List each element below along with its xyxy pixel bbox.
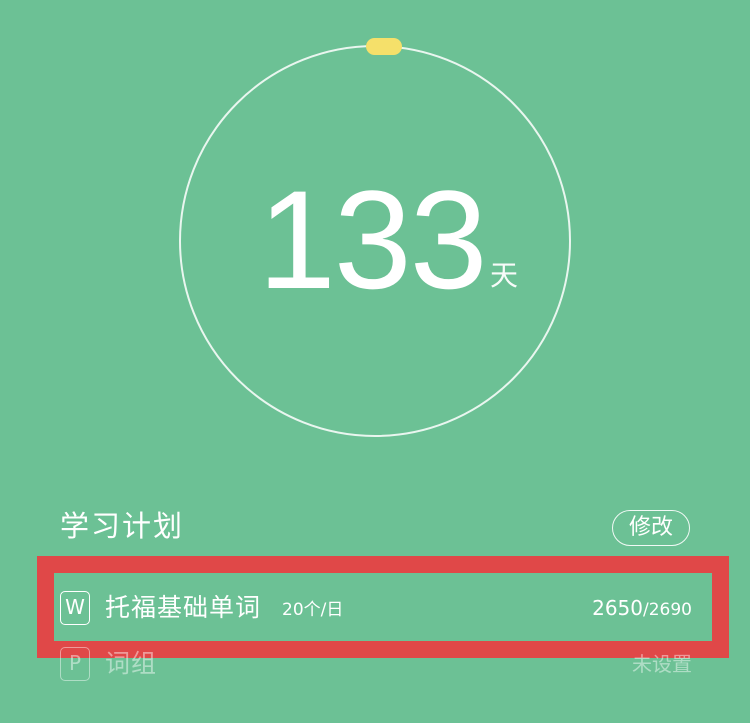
plan-item-phrases[interactable]: P 词组 未设置 — [60, 645, 692, 685]
days-remaining-number: 133 — [258, 161, 488, 318]
highlight-frame — [37, 556, 729, 658]
ring-progress-knob — [366, 38, 402, 55]
phrase-book-icon: P — [60, 647, 90, 681]
study-plan-title: 学习计划 — [60, 509, 185, 543]
edit-plan-button[interactable]: 修改 — [612, 510, 690, 546]
days-unit-label: 天 — [490, 259, 519, 292]
plan-item-status: 未设置 — [632, 652, 692, 676]
plan-item-name: 词组 — [105, 649, 158, 678]
